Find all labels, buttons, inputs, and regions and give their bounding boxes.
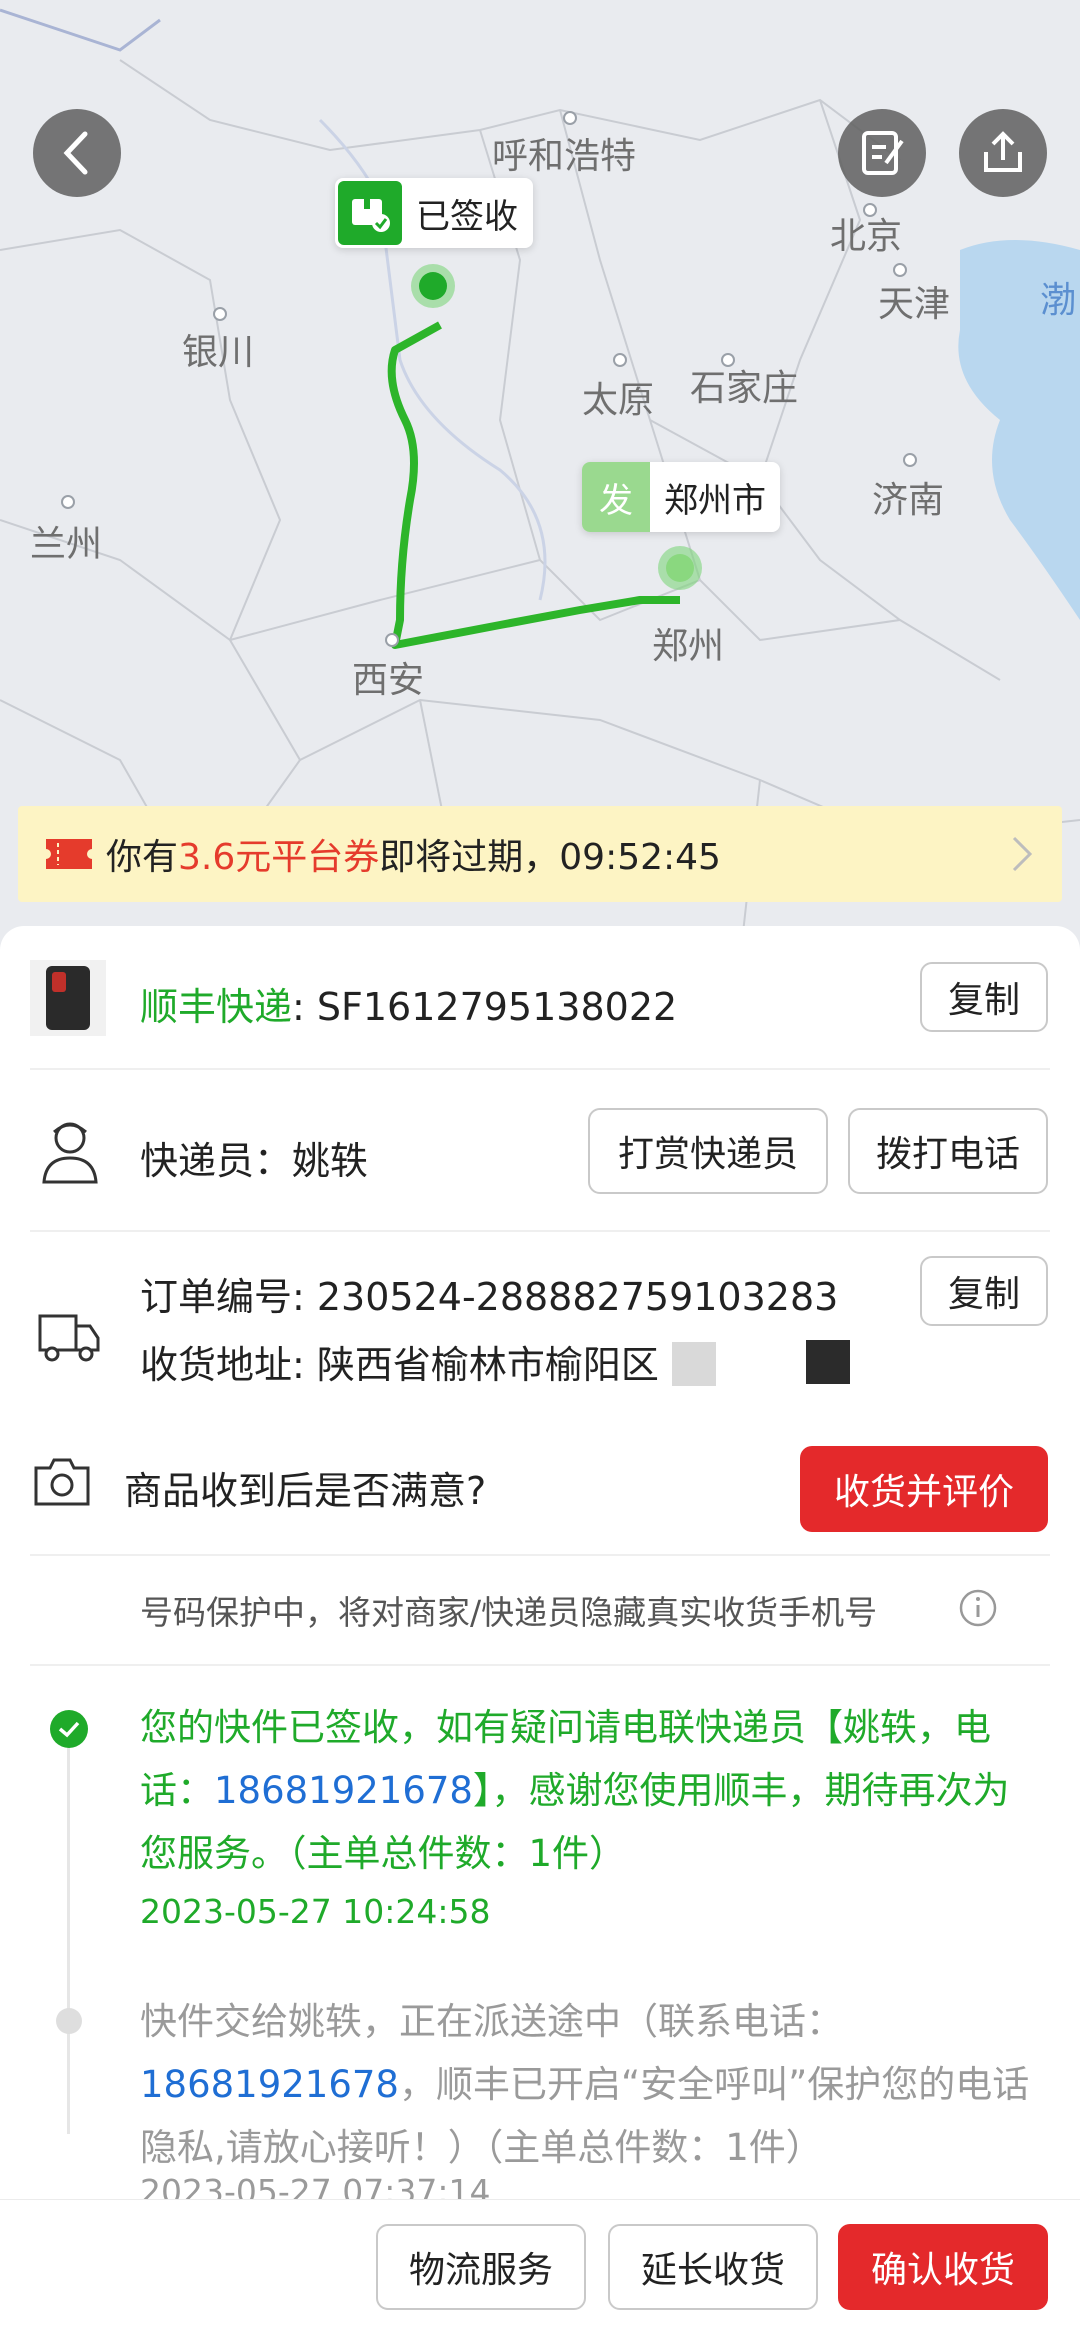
courier-phone-link[interactable]: 18681921678 — [140, 2063, 399, 2106]
checkmark-icon — [50, 1710, 88, 1748]
extend-receipt-button[interactable]: 延长收货 — [608, 2224, 818, 2310]
logistics-service-button[interactable]: 物流服务 — [376, 2224, 586, 2310]
feedback-question: 商品收到后是否满意? — [124, 1469, 487, 1513]
privacy-note: 号码保护中，将对商家/快递员隐藏真实收货手机号 — [140, 1593, 878, 1632]
tracking-info: 顺丰快递: SF1612795138022 — [140, 976, 677, 1031]
coupon-banner[interactable]: 你有3.6元平台券即将过期，09:52:45 — [18, 806, 1062, 902]
chevron-left-icon — [63, 131, 88, 175]
timeline-text: 快件交给姚轶，正在派送途中（联系电话： — [140, 2000, 843, 2043]
city-label-bohai: 渤 — [1040, 280, 1076, 321]
edit-note-icon — [862, 131, 904, 175]
confirm-receipt-button[interactable]: 确认收货 — [838, 2224, 1048, 2310]
privacy-note-row: 号码保护中，将对商家/快递员隐藏真实收货手机号 — [0, 1576, 1080, 1636]
coupon-highlight: 3.6元平台券 — [178, 837, 380, 878]
timeline-line — [67, 1734, 70, 2134]
receive-and-review-button[interactable]: 收货并评价 — [800, 1446, 1048, 1532]
divider — [30, 1664, 1050, 1666]
delivered-marker[interactable]: 已签收 — [335, 178, 533, 248]
city-label-xian: 西安 — [352, 660, 424, 701]
tracking-row: 顺丰快递: SF1612795138022 复制 — [0, 960, 1080, 1040]
city-label-lanzhou: 兰州 — [30, 524, 102, 565]
coupon-text: 你有3.6元平台券即将过期，09:52:45 — [106, 828, 721, 880]
divider — [30, 1068, 1050, 1070]
timeline-entry-out-for-delivery: 快件交给姚轶，正在派送途中（联系电话：18681921678，顺丰已开启“安全呼… — [140, 1990, 1040, 2179]
package-check-icon — [338, 181, 402, 245]
city-label-taiyuan: 太原 — [582, 380, 654, 421]
info-icon[interactable] — [958, 1588, 998, 1628]
city-label-beijing: 北京 — [830, 216, 902, 257]
camera-icon — [34, 1458, 90, 1506]
bottom-action-bar: 物流服务 延长收货 确认收货 — [0, 2199, 1080, 2340]
city-label-zhengzhou: 郑州 — [652, 626, 724, 667]
city-label-shijiazhuang: 石家庄 — [690, 368, 798, 409]
timeline-time: 2023-05-27 10:24:58 — [140, 1892, 491, 1931]
origin-tag: 发 — [582, 462, 650, 532]
origin-city: 郑州市 — [664, 480, 766, 521]
delivery-truck-icon — [38, 1314, 100, 1362]
city-label-yinchuan: 银川 — [182, 332, 254, 373]
city-label-jinan: 济南 — [872, 480, 944, 521]
copy-order-button[interactable]: 复制 — [920, 1256, 1048, 1326]
courier-person-icon — [42, 1122, 98, 1184]
timeline-dot — [56, 2008, 82, 2034]
ticket-icon — [46, 839, 92, 869]
courier-info: 快递员：姚轶 — [140, 1130, 368, 1185]
feedback-row: 商品收到后是否满意? 收货并评价 — [0, 1436, 1080, 1532]
product-thumbnail[interactable] — [30, 960, 106, 1036]
redaction-block — [806, 1340, 850, 1384]
share-button[interactable] — [959, 109, 1047, 197]
divider — [30, 1230, 1050, 1232]
redaction-block — [672, 1342, 716, 1386]
origin-marker[interactable]: 发 郑州市 — [582, 462, 780, 532]
copy-tracking-button[interactable]: 复制 — [920, 962, 1048, 1032]
call-courier-button[interactable]: 拨打电话 — [848, 1108, 1048, 1194]
carrier-name: 顺丰快递 — [140, 985, 293, 1029]
order-number: 订单编号: 230524-288882759103283 — [140, 1275, 839, 1319]
city-label-hohhot: 呼和浩特 — [492, 136, 636, 177]
share-icon — [984, 131, 1022, 172]
city-label-tianjin: 天津 — [878, 284, 950, 325]
chevron-right-icon — [1012, 836, 1033, 872]
courier-phone-link[interactable]: 18681921678 — [214, 1769, 473, 1812]
courier-name: 姚轶 — [292, 1139, 369, 1183]
tracking-number: : SF1612795138022 — [292, 985, 678, 1029]
timeline-entry-delivered: 您的快件已签收，如有疑问请电联快递员【姚轶，电话：18681921678】，感谢… — [140, 1696, 1040, 1885]
delivery-address: 收货地址: 陕西省榆林市榆阳区 — [140, 1343, 659, 1387]
edit-button[interactable] — [838, 109, 926, 197]
coupon-prefix: 你有 — [106, 837, 179, 878]
courier-label: 快递员： — [140, 1139, 293, 1183]
coupon-suffix: 即将过期，09:52:45 — [379, 837, 721, 878]
delivered-marker-label: 已签收 — [416, 196, 518, 237]
tip-courier-button[interactable]: 打赏快递员 — [588, 1108, 828, 1194]
divider — [30, 1554, 1050, 1556]
order-row: 订单编号: 230524-288882759103283 复制 收货地址: 陕西… — [0, 1256, 1080, 1406]
back-button[interactable] — [33, 109, 121, 197]
shipment-sheet: 顺丰快递: SF1612795138022 复制 快递员：姚轶 打赏快递员 拨打… — [0, 926, 1080, 2340]
courier-row: 快递员：姚轶 打赏快递员 拨打电话 — [0, 1106, 1080, 1196]
